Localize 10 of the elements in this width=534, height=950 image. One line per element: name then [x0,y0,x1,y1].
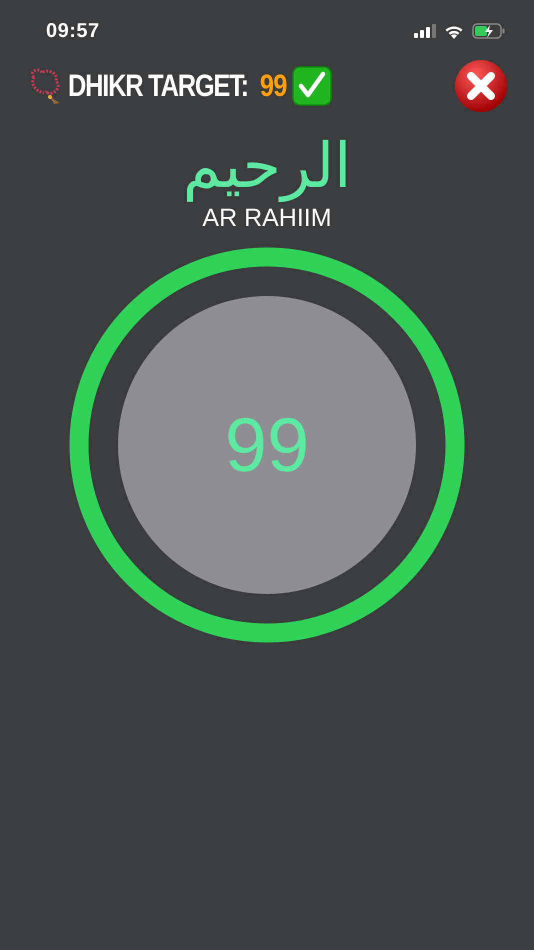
header-title: DHIKR TARGET: [68,68,248,104]
arabic-name: الرحيم [182,132,352,200]
battery-icon [472,23,506,39]
transliteration: AR RAHIIM [202,204,332,234]
target-count: 99 [260,68,287,104]
signal-icon [414,24,436,38]
close-button[interactable] [454,59,508,113]
counter-button[interactable]: 99 [118,296,416,594]
wifi-icon [444,24,464,38]
status-time: 09:57 [46,20,100,42]
